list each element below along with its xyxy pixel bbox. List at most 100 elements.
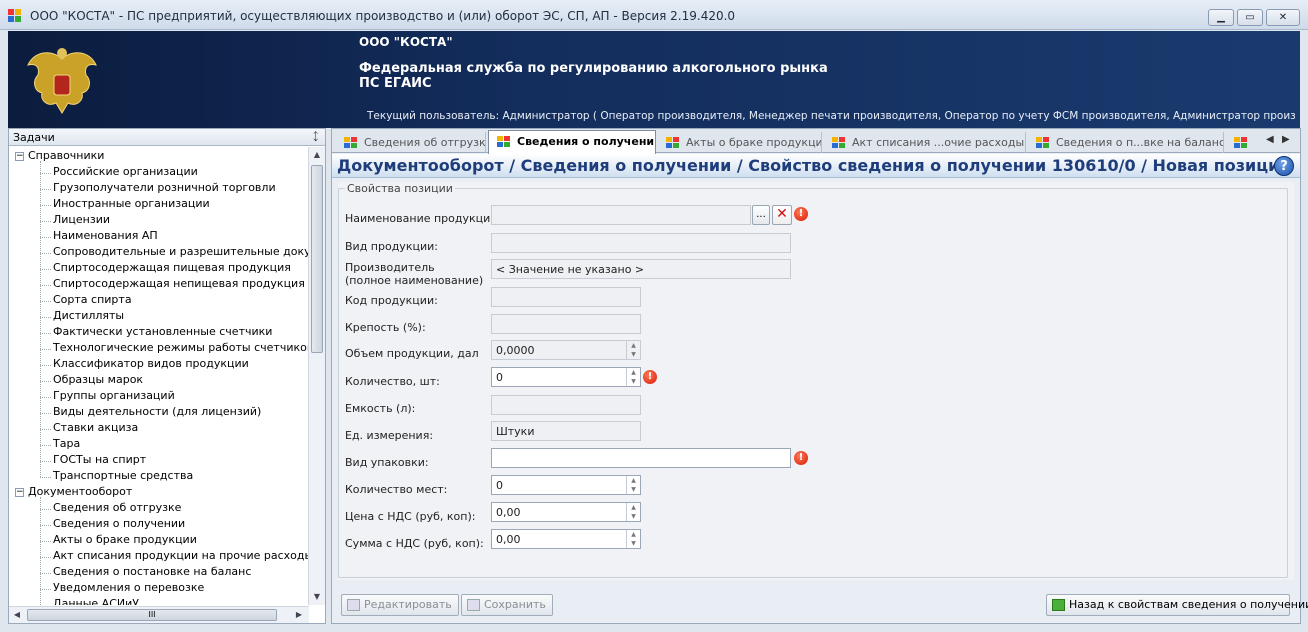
tree-item[interactable]: Фактически установленные счетчики bbox=[53, 325, 272, 338]
scroll-thumb[interactable] bbox=[311, 165, 323, 353]
tab-receipt[interactable]: Сведения о получении bbox=[488, 130, 656, 154]
product-name-field[interactable] bbox=[491, 205, 751, 225]
stepper-up-icon[interactable]: ▲ bbox=[627, 476, 640, 485]
places-label: Количество мест: bbox=[345, 483, 448, 496]
tree-item[interactable]: Ставки акциза bbox=[53, 421, 138, 434]
tree-item[interactable]: Спиртосодержащая непищевая продукция bbox=[53, 277, 305, 290]
places-field[interactable]: 0 ▲ ▼ bbox=[491, 475, 641, 495]
maximize-button[interactable]: ▭ bbox=[1237, 9, 1263, 26]
stepper-down-icon[interactable]: ▼ bbox=[627, 485, 640, 494]
tree-item[interactable]: Тара bbox=[53, 437, 80, 450]
stepper-down-icon[interactable]: ▼ bbox=[627, 512, 640, 521]
price-value: 0,00 bbox=[496, 506, 521, 519]
quantity-field[interactable]: 0 ▲ ▼ bbox=[491, 367, 641, 387]
tasks-panel-header: Задачи ᛨ bbox=[9, 129, 325, 146]
tree-item[interactable]: Акты о браке продукции bbox=[53, 533, 197, 546]
stepper-up-icon[interactable]: ▲ bbox=[627, 530, 640, 539]
price-label: Цена с НДС (руб, коп): bbox=[345, 510, 476, 523]
main-panel: Сведения об отгрузке Сведения о получени… bbox=[331, 128, 1308, 624]
quantity-stepper[interactable]: ▲ ▼ bbox=[626, 368, 640, 386]
tree-item[interactable]: Спиртосодержащая пищевая продукция bbox=[53, 261, 291, 274]
help-icon[interactable]: ? bbox=[1274, 156, 1294, 176]
places-stepper[interactable]: ▲ ▼ bbox=[626, 476, 640, 494]
tree-connector bbox=[40, 205, 51, 206]
price-stepper[interactable]: ▲ ▼ bbox=[626, 503, 640, 521]
tree-connector bbox=[40, 525, 51, 526]
tree-item[interactable]: Сведения об отгрузке bbox=[53, 501, 181, 514]
tree-item[interactable]: Сведения о получении bbox=[53, 517, 185, 530]
tree-item[interactable]: Дистилляты bbox=[53, 309, 124, 322]
tab-next-arrow-icon[interactable]: ▶ bbox=[1282, 134, 1290, 145]
tree-connector bbox=[40, 381, 51, 382]
tree-vertical-scrollbar[interactable]: ▲ ▼ bbox=[308, 147, 325, 605]
edit-button[interactable]: Редактировать bbox=[341, 594, 459, 616]
breadcrumb: Документооборот / Сведения о получении /… bbox=[332, 154, 1300, 178]
pin-icon[interactable]: ᛨ bbox=[312, 130, 319, 143]
product-type-label: Вид продукции: bbox=[345, 240, 438, 253]
tree-item[interactable]: Уведомления о перевозке bbox=[53, 581, 204, 594]
clear-icon[interactable]: ✕ bbox=[772, 205, 792, 225]
scroll-thumb-horizontal[interactable]: III bbox=[27, 609, 277, 621]
stepper-down-icon[interactable]: ▼ bbox=[627, 539, 640, 548]
stepper-down-icon[interactable]: ▼ bbox=[627, 377, 640, 386]
close-button[interactable]: ✕ bbox=[1266, 9, 1300, 26]
volume-field: 0,0000 ▲ ▼ bbox=[491, 340, 641, 360]
tree-horizontal-scrollbar[interactable]: ◀ III ▶ bbox=[9, 606, 309, 623]
document-icon bbox=[832, 137, 846, 149]
header-banner: ООО "КОСТА" Федеральная служба по регули… bbox=[8, 31, 1300, 128]
stepper-up-icon[interactable]: ▲ bbox=[627, 503, 640, 512]
tab-prev-arrow-icon[interactable]: ◀ bbox=[1266, 134, 1274, 145]
price-field[interactable]: 0,00 ▲ ▼ bbox=[491, 502, 641, 522]
tab-writeoff[interactable]: Акт списания ...очие расходы bbox=[824, 132, 1026, 153]
tab-label: Акты о браке продукции bbox=[686, 136, 822, 149]
tree-item[interactable]: Акт списания продукции на прочие расходы bbox=[53, 549, 309, 562]
tree-item[interactable]: Классификатор видов продукции bbox=[53, 357, 249, 370]
tree-connector bbox=[40, 161, 41, 477]
tree-item[interactable]: Образцы марок bbox=[53, 373, 143, 386]
tree-item[interactable]: Транспортные средства bbox=[53, 469, 193, 482]
tree-item[interactable]: Группы организаций bbox=[53, 389, 175, 402]
tree-connector bbox=[40, 301, 51, 302]
minimize-button[interactable]: ▁ bbox=[1208, 9, 1234, 26]
tree-item[interactable]: Сопроводительные и разрешительные докуме… bbox=[53, 245, 309, 258]
scroll-right-arrow-icon[interactable]: ▶ bbox=[291, 607, 307, 623]
back-button[interactable]: Назад к свойствам сведения о получении bbox=[1046, 594, 1308, 616]
tab-overflow[interactable] bbox=[1226, 132, 1256, 153]
tree-group[interactable]: − Документооборот bbox=[15, 485, 132, 498]
tree-item[interactable]: Лицензии bbox=[53, 213, 110, 226]
package-label: Вид упаковки: bbox=[345, 456, 429, 469]
scroll-left-arrow-icon[interactable]: ◀ bbox=[9, 607, 25, 623]
tab-shipment[interactable]: Сведения об отгрузке bbox=[336, 132, 486, 153]
tree-item[interactable]: Российские организации bbox=[53, 165, 198, 178]
sum-stepper[interactable]: ▲ ▼ bbox=[626, 530, 640, 548]
strength-field bbox=[491, 314, 641, 334]
save-icon bbox=[467, 599, 480, 611]
sum-field[interactable]: 0,00 ▲ ▼ bbox=[491, 529, 641, 549]
tree-item[interactable]: Технологические режимы работы счетчиков bbox=[53, 341, 309, 354]
tree-item[interactable]: Сведения о постановке на баланс bbox=[53, 565, 251, 578]
save-button[interactable]: Сохранить bbox=[461, 594, 553, 616]
document-icon bbox=[1234, 137, 1248, 149]
scroll-down-arrow-icon[interactable]: ▼ bbox=[309, 589, 325, 605]
tree-item[interactable]: Грузополучатели розничной торговли bbox=[53, 181, 276, 194]
stepper-down-icon: ▼ bbox=[631, 351, 636, 358]
error-icon: ! bbox=[794, 451, 808, 465]
tab-defect-acts[interactable]: Акты о браке продукции bbox=[658, 132, 822, 153]
sum-label: Сумма с НДС (руб, коп): bbox=[345, 537, 484, 550]
tree-item[interactable]: Данные АСИиУ bbox=[53, 597, 139, 605]
stepper-up-icon[interactable]: ▲ bbox=[627, 368, 640, 377]
volume-label: Объем продукции, дал bbox=[345, 347, 479, 360]
tree-item[interactable]: ГОСТы на спирт bbox=[53, 453, 146, 466]
tree-connector bbox=[40, 285, 51, 286]
package-field[interactable] bbox=[491, 448, 791, 468]
tree-item[interactable]: Иностранные организации bbox=[53, 197, 210, 210]
scroll-up-arrow-icon[interactable]: ▲ bbox=[309, 147, 325, 163]
tree-item[interactable]: Сорта спирта bbox=[53, 293, 132, 306]
tree-item[interactable]: Наименования АП bbox=[53, 229, 158, 242]
collapse-icon[interactable]: − bbox=[15, 151, 24, 161]
tab-balance[interactable]: Сведения о п...вке на баланс bbox=[1028, 132, 1224, 153]
tree-group[interactable]: − Справочники bbox=[15, 149, 104, 162]
collapse-icon[interactable]: − bbox=[15, 487, 24, 497]
browse-button[interactable]: ... bbox=[752, 205, 770, 225]
tree-item[interactable]: Виды деятельности (для лицензий) bbox=[53, 405, 261, 418]
